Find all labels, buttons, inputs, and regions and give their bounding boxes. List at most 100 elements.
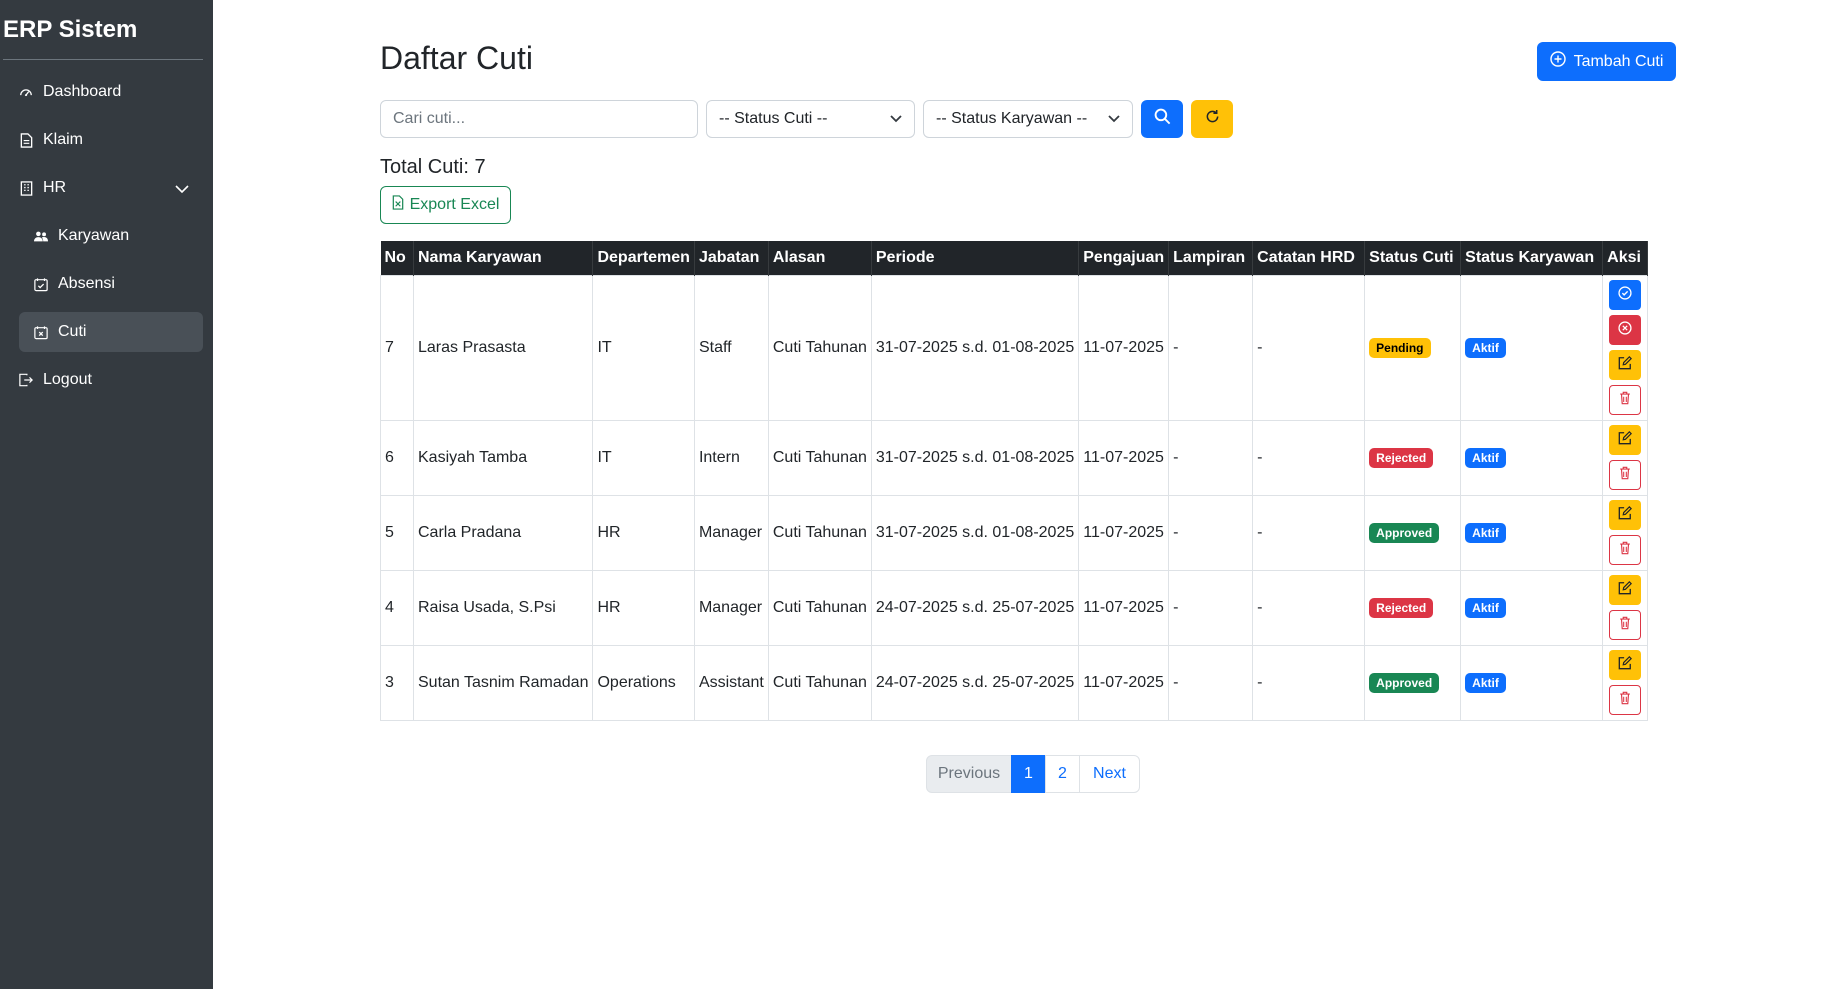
status-badge: Approved xyxy=(1369,672,1440,693)
page-title: Daftar Cuti xyxy=(380,40,533,76)
cell-departemen: IT xyxy=(592,419,695,496)
column-header[interactable]: Pengajuan xyxy=(1078,241,1170,275)
cell-status-cuti: Approved xyxy=(1364,494,1462,571)
column-header[interactable]: Nama Karyawan xyxy=(413,241,594,275)
approve-button[interactable] xyxy=(1609,280,1642,310)
sidebar-item-karyawan[interactable]: Karyawan xyxy=(19,216,203,256)
trash-icon xyxy=(1619,466,1631,485)
sidebar-item-dashboard[interactable]: Dashboard xyxy=(19,72,203,112)
leave-table: No Nama Karyawan Departemen Jabatan Alas… xyxy=(380,241,1649,721)
export-excel-label: Export Excel xyxy=(409,196,500,213)
reset-button[interactable] xyxy=(1191,100,1233,138)
cell-jabatan: Manager xyxy=(693,569,769,646)
total-count: Total Cuti: 7 xyxy=(380,156,486,178)
filter-bar: Cari cuti... -- Status Cuti -- -- Status… xyxy=(380,100,1233,138)
cell-pengajuan: 11-07-2025 xyxy=(1078,569,1170,646)
cell-actions xyxy=(1602,494,1649,571)
column-header[interactable]: Lampiran xyxy=(1168,241,1254,275)
export-excel-button[interactable]: Export Excel xyxy=(380,186,511,224)
column-header[interactable]: Status Cuti xyxy=(1364,241,1462,275)
pagination-page[interactable]: 1 xyxy=(1011,755,1046,793)
table-row: 7 Laras Prasasta IT Staff Cuti Tahunan 3… xyxy=(380,274,1649,421)
table-row: 4 Raisa Usada, S.Psi HR Manager Cuti Tah… xyxy=(380,569,1649,646)
edit-button[interactable] xyxy=(1609,425,1642,455)
column-header[interactable]: Periode xyxy=(871,241,1080,275)
refresh-icon xyxy=(1205,109,1220,129)
cell-no: 5 xyxy=(380,494,414,571)
add-leave-button[interactable]: Tambah Cuti xyxy=(1537,42,1676,81)
excel-file-icon xyxy=(392,195,404,215)
trash-icon xyxy=(1619,691,1631,710)
cell-lampiran: - xyxy=(1168,419,1254,496)
cell-actions xyxy=(1602,419,1649,496)
logout-icon xyxy=(19,373,33,387)
delete-button[interactable] xyxy=(1609,535,1642,565)
cell-pengajuan: 11-07-2025 xyxy=(1078,494,1170,571)
edit-button[interactable] xyxy=(1609,575,1642,605)
cell-alasan: Cuti Tahunan xyxy=(767,569,872,646)
edit-button[interactable] xyxy=(1609,350,1642,380)
cell-no: 4 xyxy=(380,569,414,646)
cell-jabatan: Intern xyxy=(693,419,769,496)
pagination-previous[interactable]: Previous xyxy=(926,755,1012,793)
cell-alasan: Cuti Tahunan xyxy=(767,274,872,421)
employee-status-badge: Aktif xyxy=(1465,522,1506,543)
status-badge: Rejected xyxy=(1369,597,1434,618)
column-header[interactable]: No xyxy=(380,241,414,275)
chevron-down-icon[interactable] xyxy=(175,181,189,199)
edit-button[interactable] xyxy=(1609,500,1642,530)
pagination-page[interactable]: 2 xyxy=(1045,755,1080,793)
cell-periode: 24-07-2025 s.d. 25-07-2025 xyxy=(870,644,1080,721)
reject-button[interactable] xyxy=(1609,315,1642,345)
cell-actions xyxy=(1602,644,1649,721)
cell-lampiran: - xyxy=(1168,274,1254,421)
column-header[interactable]: Aksi xyxy=(1602,241,1649,275)
sidebar-item-klaim[interactable]: Klaim xyxy=(19,120,203,160)
add-leave-label: Tambah Cuti xyxy=(1573,52,1664,70)
sidebar-item-hr[interactable]: HR xyxy=(19,168,203,208)
employee-status-badge: Aktif xyxy=(1465,447,1506,468)
delete-button[interactable] xyxy=(1609,460,1642,490)
search-input[interactable]: Cari cuti... xyxy=(380,100,698,138)
search-button[interactable] xyxy=(1141,100,1183,138)
cell-actions xyxy=(1602,274,1649,421)
sidebar-item-label: Absensi xyxy=(58,275,115,292)
column-header[interactable]: Alasan xyxy=(768,241,872,275)
trash-icon xyxy=(1619,541,1631,560)
search-icon xyxy=(1154,108,1171,130)
check-circle-icon xyxy=(1618,285,1632,305)
cell-status-karyawan: Aktif xyxy=(1460,644,1604,721)
pencil-square-icon xyxy=(1618,655,1633,675)
edit-button[interactable] xyxy=(1609,650,1642,680)
delete-button[interactable] xyxy=(1609,385,1642,415)
status-karyawan-select[interactable]: -- Status Karyawan -- xyxy=(923,100,1133,138)
cell-jabatan: Assistant xyxy=(693,644,769,721)
delete-button[interactable] xyxy=(1609,610,1642,640)
column-header[interactable]: Departemen xyxy=(592,241,695,275)
calendar-check-icon xyxy=(34,277,48,291)
chevron-down-icon xyxy=(890,110,902,128)
plus-circle-icon xyxy=(1549,51,1566,72)
pagination-next[interactable]: Next xyxy=(1079,755,1140,793)
cell-periode: 31-07-2025 s.d. 01-08-2025 xyxy=(870,494,1080,571)
employee-status-badge: Aktif xyxy=(1465,337,1506,358)
cell-lampiran: - xyxy=(1168,569,1254,646)
delete-button[interactable] xyxy=(1609,685,1642,715)
brand-title: ERP Sistem xyxy=(3,16,138,43)
table-row: 5 Carla Pradana HR Manager Cuti Tahunan … xyxy=(380,494,1649,571)
sidebar-item-cuti[interactable]: Cuti xyxy=(19,312,203,352)
column-header[interactable]: Catatan HRD xyxy=(1252,241,1366,275)
status-cuti-select[interactable]: -- Status Cuti -- xyxy=(706,100,915,138)
cell-actions xyxy=(1602,569,1649,646)
cell-status-karyawan: Aktif xyxy=(1460,569,1604,646)
column-header[interactable]: Status Karyawan xyxy=(1460,241,1604,275)
sidebar-item-logout[interactable]: Logout xyxy=(19,360,203,400)
pencil-square-icon xyxy=(1618,580,1633,600)
cell-jabatan: Staff xyxy=(693,274,769,421)
speedometer-icon xyxy=(19,85,33,99)
sidebar-item-absensi[interactable]: Absensi xyxy=(19,264,203,304)
cell-alasan: Cuti Tahunan xyxy=(767,644,872,721)
cell-no: 6 xyxy=(380,419,414,496)
column-header[interactable]: Jabatan xyxy=(694,241,769,275)
pencil-square-icon xyxy=(1618,430,1633,450)
